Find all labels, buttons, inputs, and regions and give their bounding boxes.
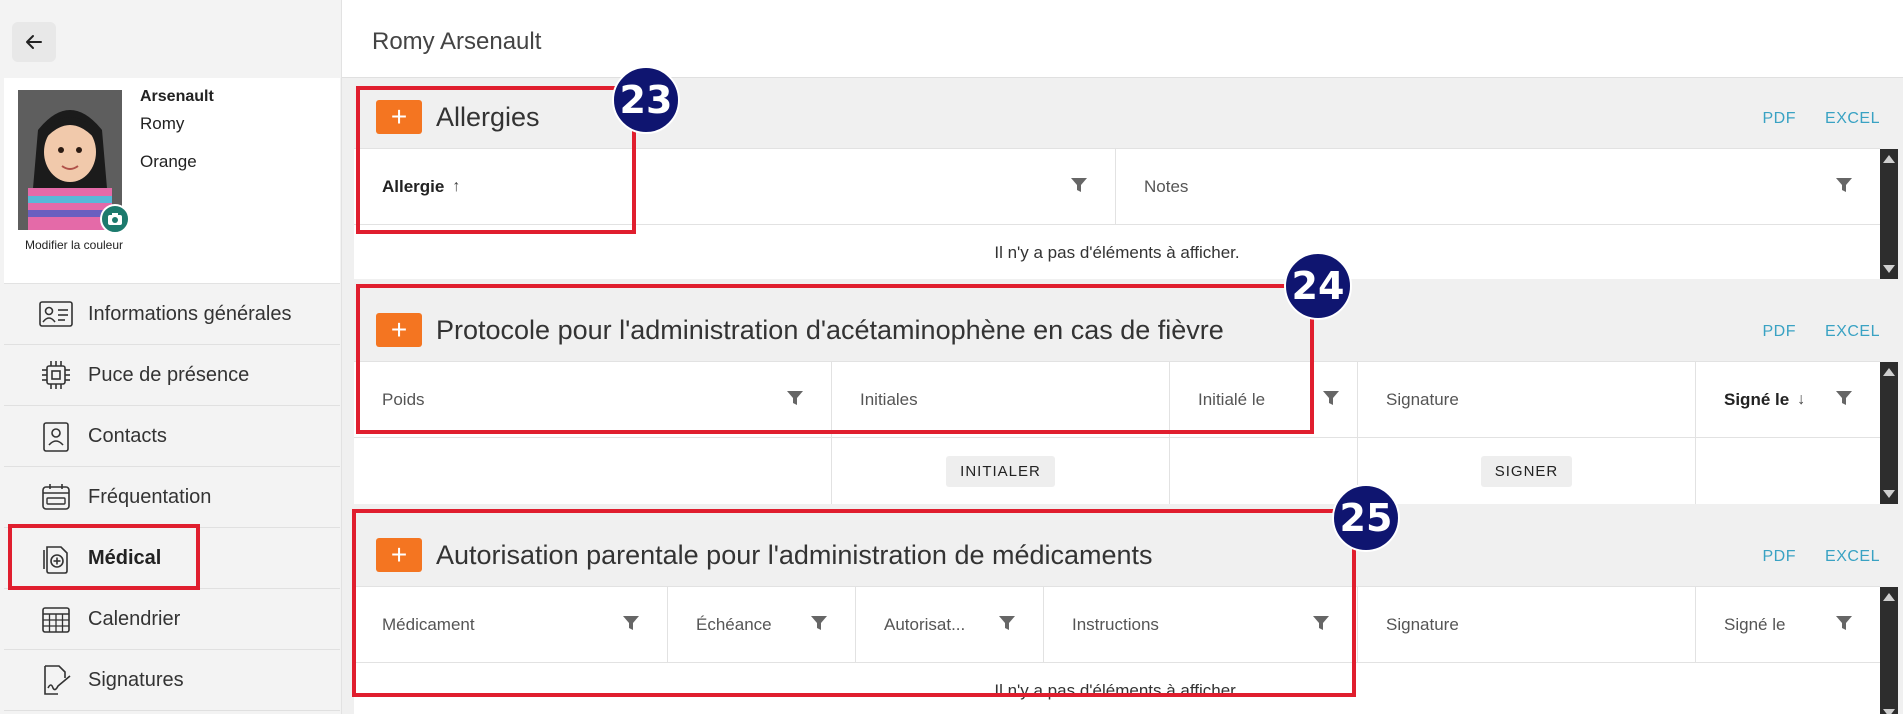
sidebar-item-label: Calendrier [88, 607, 181, 630]
cell-signature: SIGNER [1358, 438, 1696, 504]
pdf-export-link[interactable]: PDF [1763, 548, 1797, 566]
column-header-initialed-on[interactable]: Initialé le [1170, 362, 1358, 437]
allergies-table: Allergie ↑ Notes Il n'y a pas d'éléments… [354, 148, 1898, 279]
camera-icon[interactable] [100, 204, 130, 234]
main-content: Romy Arsenault + Allergies PDF EXCEL All… [342, 0, 1903, 714]
cell-weight [354, 438, 832, 504]
id-card-icon [38, 296, 74, 332]
authorization-table: Médicament Échéance Autorisat... Instruc… [354, 586, 1898, 714]
sidebar: Modifier la couleur Arsenault Romy Orang… [0, 0, 342, 714]
protocol-table: Poids Initiales Initialé le Signature Si… [354, 361, 1898, 504]
filter-icon[interactable] [1313, 615, 1329, 636]
sort-down-icon[interactable]: ↓ [1797, 391, 1805, 409]
empty-message: Il n'y a pas d'éléments à afficher. [994, 681, 1240, 700]
plus-icon: + [390, 101, 408, 132]
sidebar-item-label: Contacts [88, 424, 167, 447]
column-header-signature[interactable]: Signature [1358, 587, 1696, 662]
column-header-initials[interactable]: Initiales [832, 362, 1170, 437]
back-button[interactable] [12, 22, 56, 62]
sidebar-item-attendance[interactable]: Fréquentation [4, 467, 340, 528]
annotation-badge: 24 [1284, 252, 1352, 320]
column-header-weight[interactable]: Poids [354, 362, 832, 437]
column-header-signed-on[interactable]: Signé le [1696, 587, 1880, 662]
sidebar-item-medical[interactable]: Médical [4, 528, 340, 589]
sidebar-item-label: Puce de présence [88, 363, 250, 386]
table-scrollbar[interactable] [1880, 362, 1898, 504]
attendance-icon [38, 479, 74, 515]
filter-icon[interactable] [811, 615, 827, 636]
medical-icon [38, 540, 74, 576]
child-group: Orange [140, 152, 197, 171]
sidebar-item-calendar[interactable]: Calendrier [4, 589, 340, 650]
contact-card-icon [38, 418, 74, 454]
pdf-export-link[interactable]: PDF [1763, 323, 1797, 341]
filter-icon[interactable] [787, 390, 803, 411]
cell-signed-on [1696, 438, 1880, 504]
filter-icon[interactable] [1323, 390, 1339, 411]
filter-icon[interactable] [999, 615, 1015, 636]
page-title: Romy Arsenault [372, 28, 542, 55]
section-title: Autorisation parentale pour l'administra… [436, 540, 1153, 570]
column-header-instructions[interactable]: Instructions [1044, 587, 1358, 662]
cell-initialed-on [1170, 438, 1358, 504]
empty-message: Il n'y a pas d'éléments à afficher. [994, 243, 1240, 262]
excel-export-link[interactable]: EXCEL [1825, 110, 1880, 128]
column-header-due-date[interactable]: Échéance [668, 587, 856, 662]
profile-card: Modifier la couleur Arsenault Romy Orang… [4, 78, 340, 284]
filter-icon[interactable] [1836, 177, 1852, 198]
filter-icon[interactable] [1071, 177, 1087, 198]
page: Modifier la couleur Arsenault Romy Orang… [0, 0, 1903, 714]
section-title: Allergies [436, 102, 540, 132]
column-header-notes[interactable]: Notes [1116, 149, 1880, 224]
excel-export-link[interactable]: EXCEL [1825, 323, 1880, 341]
cell-initials: INITIALER [832, 438, 1170, 504]
column-header-authorization[interactable]: Autorisat... [856, 587, 1044, 662]
edit-color-label[interactable]: Modifier la couleur [18, 238, 130, 253]
add-protocol-button[interactable]: + [376, 313, 422, 347]
sort-up-icon[interactable]: ↑ [452, 178, 460, 196]
column-header-signed-on[interactable]: Signé le ↓ [1696, 362, 1880, 437]
excel-export-link[interactable]: EXCEL [1825, 548, 1880, 566]
arrow-left-icon [26, 35, 42, 49]
plus-icon: + [390, 539, 408, 570]
column-header-medication[interactable]: Médicament [354, 587, 668, 662]
add-allergy-button[interactable]: + [376, 100, 422, 134]
initial-button[interactable]: INITIALER [946, 455, 1055, 487]
sidebar-nav: Informations générales Puce de présence … [4, 284, 340, 711]
pdf-export-link[interactable]: PDF [1763, 110, 1797, 128]
signature-icon [38, 662, 74, 698]
sidebar-item-label: Signatures [88, 668, 184, 691]
calendar-icon [38, 601, 74, 637]
section-title: Protocole pour l'administration d'acétam… [436, 315, 1224, 345]
sidebar-item-presence-chip[interactable]: Puce de présence [4, 345, 340, 406]
sidebar-item-signatures[interactable]: Signatures [4, 650, 340, 711]
filter-icon[interactable] [1836, 390, 1852, 411]
plus-icon: + [390, 314, 408, 345]
child-last-name: Arsenault [140, 88, 214, 105]
sidebar-item-label: Médical [88, 546, 162, 569]
table-scrollbar[interactable] [1880, 587, 1898, 714]
annotation-badge: 25 [1332, 484, 1400, 552]
sidebar-item-general-info[interactable]: Informations générales [4, 284, 340, 345]
child-first-name: Romy [140, 114, 185, 133]
sign-button[interactable]: SIGNER [1480, 455, 1573, 487]
chip-icon [38, 357, 74, 393]
sidebar-item-contacts[interactable]: Contacts [4, 406, 340, 467]
column-header-signature[interactable]: Signature [1358, 362, 1696, 437]
allergies-section: + Allergies PDF EXCEL Allergie ↑ Notes I… [354, 80, 1898, 279]
add-authorization-button[interactable]: + [376, 538, 422, 572]
table-scrollbar[interactable] [1880, 149, 1898, 279]
authorization-section: + Autorisation parentale pour l'administ… [354, 518, 1898, 714]
page-header: Romy Arsenault [342, 0, 1903, 78]
protocol-section: + Protocole pour l'administration d'acét… [354, 293, 1898, 504]
filter-icon[interactable] [623, 615, 639, 636]
sidebar-item-label: Informations générales [88, 302, 292, 325]
annotation-badge: 23 [612, 66, 680, 134]
filter-icon[interactable] [1836, 615, 1852, 636]
column-header-allergy[interactable]: Allergie ↑ [354, 149, 1116, 224]
sidebar-item-label: Fréquentation [88, 485, 212, 508]
